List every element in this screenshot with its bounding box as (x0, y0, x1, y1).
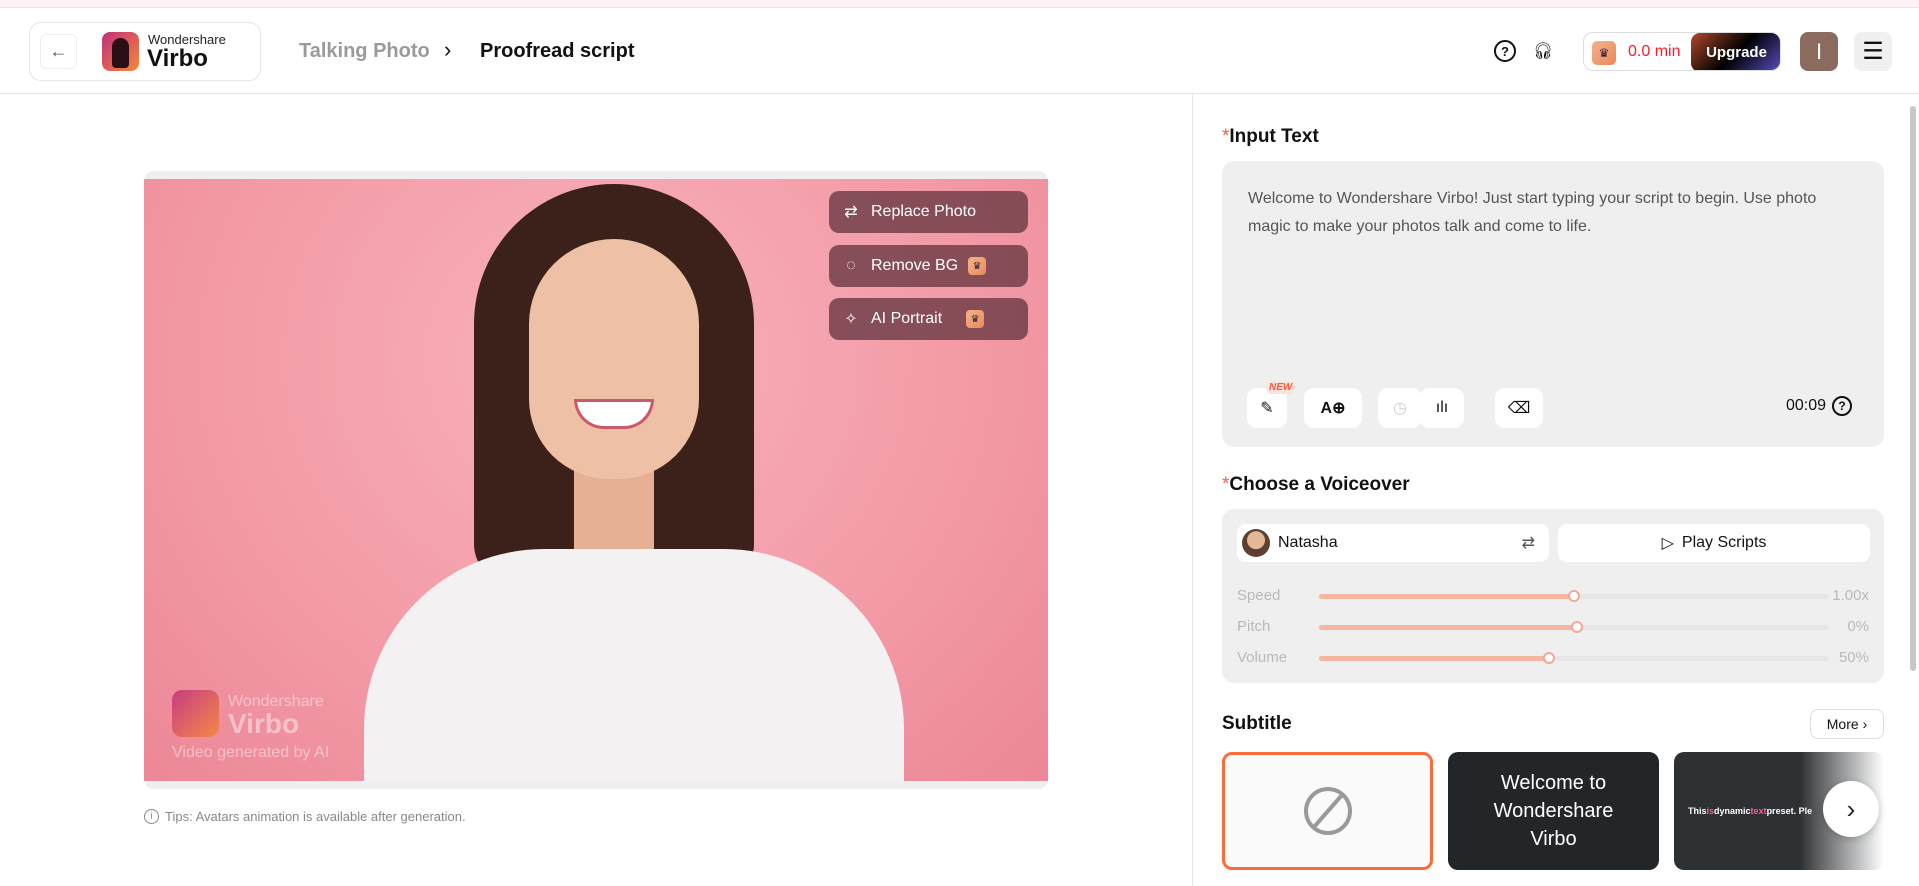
info-icon: i (144, 809, 159, 824)
top-strip (0, 0, 1919, 8)
panel-divider (1192, 94, 1193, 886)
voice-name: Natasha (1278, 534, 1338, 551)
voiceover-heading: *Choose a Voiceover (1222, 474, 1410, 496)
user-avatar[interactable]: I (1800, 32, 1838, 71)
swap-icon[interactable]: ⇄ (1522, 533, 1535, 553)
watermark-logo-icon (172, 690, 219, 737)
slider-value: 0% (1847, 618, 1869, 635)
slider-label: Speed (1237, 587, 1281, 604)
person-dashed-icon: ◌ (846, 257, 856, 274)
input-text-label: Input Text (1229, 126, 1319, 147)
slider-value: 1.00x (1832, 587, 1869, 604)
credits-minutes: 0.0 min (1628, 43, 1681, 60)
broom-icon: ⌫ (1507, 400, 1531, 417)
slider-thumb[interactable] (1542, 652, 1555, 664)
virbo-logo-icon (102, 32, 139, 71)
photo-shirt (364, 549, 904, 781)
chevron-right-icon: › (444, 37, 452, 62)
play-scripts-label: Play Scripts (1681, 534, 1767, 551)
script-textarea[interactable]: Welcome to Wondershare Virbo! Just start… (1248, 185, 1858, 241)
ai-portrait-label: AI Portrait (871, 310, 943, 327)
duration-text: 00:09 (1786, 397, 1827, 414)
headset-icon[interactable]: 🎧︎ (1532, 40, 1554, 62)
crown-icon: ♛ (1592, 41, 1616, 65)
slider-track[interactable] (1319, 652, 1829, 664)
waveform-icon: ılı (1435, 399, 1449, 416)
voiceover-label: Choose a Voiceover (1229, 474, 1410, 495)
subtitle-preset-card[interactable]: Welcome to Wondershare Virbo (1448, 752, 1659, 870)
chevron-right-icon: › (1862, 716, 1868, 732)
pitch-slider[interactable]: Pitch 0% (1237, 617, 1869, 637)
watermark-bottom: Virbo (228, 708, 300, 739)
replace-photo-button[interactable]: ⇄ Replace Photo (829, 191, 1028, 233)
preset-accent-text: text (1750, 806, 1767, 816)
clock-icon: ◷ (1393, 400, 1407, 417)
slider-fill (1319, 656, 1549, 661)
help-icon[interactable]: ? (1832, 396, 1853, 416)
preset-text: This (1688, 806, 1707, 816)
page-title: Proofread script (480, 40, 635, 62)
voiceover-panel: Natasha ⇄ ▷ Play Scripts Speed 1.00x Pitch… (1222, 509, 1884, 683)
logo-bottom-text: Virbo (147, 45, 208, 72)
subtitle-none-card[interactable] (1222, 752, 1433, 870)
tips-text: Tips: Avatars animation is available aft… (165, 809, 466, 824)
sparkle-icon: ✧ (844, 311, 858, 328)
ai-portrait-button[interactable]: ✧ AI Portrait ♛ (829, 298, 1028, 340)
preset-accent-text: is (1706, 806, 1715, 816)
clear-button[interactable]: ⌫ (1495, 388, 1543, 428)
voice-selector[interactable]: Natasha ⇄ (1237, 524, 1549, 562)
credits-widget: ♛ 0.0 min Upgrade (1583, 32, 1781, 71)
chevron-right-icon: › (1846, 793, 1856, 824)
speed-slider[interactable]: Speed 1.00x (1237, 586, 1869, 606)
remove-bg-button[interactable]: ◌ Remove BG ♛ (829, 245, 1028, 287)
preset-text: dynamic (1714, 806, 1751, 816)
slider-thumb[interactable] (1568, 590, 1580, 602)
slider-fill (1319, 594, 1574, 599)
new-badge: NEW (1266, 381, 1296, 394)
more-label: More (1826, 716, 1859, 732)
slider-value: 50% (1838, 649, 1869, 666)
ai-write-button[interactable]: ✎ (1247, 388, 1287, 428)
remove-bg-label: Remove BG (871, 257, 959, 274)
text-translate-icon: A⊕ (1320, 400, 1346, 417)
voice-avatar (1242, 529, 1270, 557)
play-icon: ▷ (1661, 535, 1674, 552)
duration: 00:09? (1786, 396, 1853, 416)
back-button[interactable]: ← (40, 34, 77, 69)
next-arrow-button[interactable]: › (1823, 781, 1879, 837)
preset-text: Welcome to Wondershare Virbo (1493, 772, 1614, 850)
input-text-heading: *Input Text (1222, 126, 1319, 148)
premium-crown-icon: ♛ (966, 310, 985, 328)
subtitle-heading: Subtitle (1222, 713, 1292, 734)
preset-text: preset. Ple (1766, 806, 1813, 816)
slider-track[interactable] (1319, 621, 1829, 633)
replace-photo-label: Replace Photo (871, 203, 976, 220)
pause-button[interactable]: ◷ (1378, 388, 1422, 428)
tips: i Tips: Avatars animation is available af… (144, 809, 466, 824)
swap-icon: ⇄ (844, 204, 858, 221)
premium-crown-icon: ♛ (968, 257, 987, 275)
hamburger-menu-icon[interactable]: ☰ (1854, 32, 1892, 71)
slider-label: Volume (1237, 649, 1288, 666)
input-text-panel: Welcome to Wondershare Virbo! Just start… (1222, 161, 1884, 447)
more-button[interactable]: More › (1810, 709, 1884, 739)
slider-thumb[interactable] (1570, 621, 1583, 633)
voice-button[interactable]: ılı (1420, 388, 1464, 428)
play-scripts-button[interactable]: ▷ Play Scripts (1558, 524, 1870, 562)
breadcrumb-talking-photo[interactable]: Talking Photo (299, 40, 430, 63)
upgrade-button[interactable]: Upgrade (1691, 33, 1780, 70)
slider-fill (1319, 625, 1577, 630)
slider-label: Pitch (1237, 618, 1271, 635)
help-icon[interactable]: ? (1494, 40, 1516, 62)
volume-slider[interactable]: Volume 50% (1237, 648, 1869, 668)
watermark-caption: Video generated by AI (172, 744, 330, 761)
translate-button[interactable]: A⊕ (1304, 388, 1362, 428)
no-subtitle-icon (1303, 787, 1352, 835)
scrollbar[interactable] (1910, 106, 1916, 671)
photo-face (529, 239, 699, 479)
arrow-left-icon: ← (49, 41, 68, 61)
magic-pen-icon: ✎ (1260, 400, 1274, 417)
slider-track[interactable] (1319, 590, 1829, 602)
